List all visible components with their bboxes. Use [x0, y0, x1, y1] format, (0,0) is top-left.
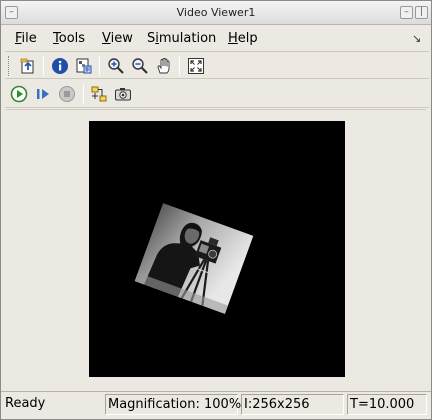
zoom-out-button[interactable] — [129, 55, 151, 77]
zoom-in-button[interactable] — [105, 55, 127, 77]
menu-file[interactable]: File — [15, 31, 37, 46]
snapshot-icon — [115, 88, 131, 101]
menu-view-label: iew — [110, 31, 133, 46]
fit-to-window-icon — [188, 58, 204, 74]
simulation-time-status: T=10.000 — [347, 394, 427, 415]
open-icon — [20, 58, 34, 74]
rotated-video-frame — [134, 203, 254, 314]
menu-file-label: ile — [21, 31, 37, 46]
image-info-button[interactable] — [49, 55, 71, 77]
playback-toolbar — [5, 80, 429, 108]
magnification-status: Magnification: 100% — [105, 394, 241, 415]
close-button[interactable]: | — [415, 6, 428, 19]
info-icon — [52, 58, 68, 74]
zoom-out-icon — [132, 58, 148, 74]
menu-help[interactable]: Help — [228, 31, 258, 46]
pan-hand-icon — [157, 58, 170, 74]
menu-bar: File Tools View Simulation Help — [1, 26, 431, 50]
toolbar-grip[interactable] — [8, 56, 11, 76]
status-text: Ready — [5, 396, 46, 411]
video-viewer-window: – Video Viewer1 – | File Tools View Simu… — [0, 0, 432, 420]
menu-help-mnemonic: H — [228, 31, 238, 46]
toolbar-separator — [83, 84, 84, 104]
toolbar-separator — [99, 56, 100, 76]
step-forward-button[interactable] — [32, 83, 54, 105]
stop-icon — [59, 86, 75, 102]
stop-simulation-button[interactable] — [56, 83, 78, 105]
pixel-region-icon — [76, 58, 92, 74]
open-button[interactable] — [17, 55, 39, 77]
menu-help-label: elp — [237, 31, 258, 46]
pan-button[interactable] — [153, 55, 175, 77]
window-title: Video Viewer1 — [176, 6, 256, 19]
highlight-simulink-signal-icon — [91, 86, 107, 102]
menu-simulation[interactable]: Simulation — [147, 31, 216, 46]
video-display-area[interactable] — [6, 109, 426, 389]
menu-view-mnemonic: V — [102, 31, 111, 46]
video-frame-canvas[interactable] — [89, 121, 345, 377]
snapshot-button[interactable] — [112, 83, 134, 105]
menu-view[interactable]: View — [102, 31, 133, 46]
menu-tools[interactable]: Tools — [53, 31, 85, 46]
start-simulation-button[interactable] — [8, 83, 30, 105]
toolbar-separator — [179, 56, 180, 76]
menu-simulation-label: mulation — [158, 31, 217, 46]
undock-arrow-icon[interactable]: ↘ — [412, 32, 421, 45]
image-size-status: I:256x256 — [241, 394, 344, 415]
step-forward-icon — [37, 89, 49, 99]
highlight-simulink-block-button[interactable] — [88, 83, 110, 105]
minimize-button[interactable]: – — [400, 6, 413, 19]
status-bar: Ready Magnification: 100% I:256x256 T=10… — [1, 391, 431, 419]
main-toolbar — [5, 51, 429, 79]
zoom-in-icon — [108, 58, 124, 74]
cameraman-image — [134, 203, 254, 314]
play-icon — [10, 85, 28, 103]
toolbar-separator — [43, 56, 44, 76]
title-bar[interactable]: – Video Viewer1 – | — [1, 1, 431, 25]
menu-tools-label: ools — [58, 31, 86, 46]
fit-to-window-button[interactable] — [185, 55, 207, 77]
pixel-region-button[interactable] — [73, 55, 95, 77]
